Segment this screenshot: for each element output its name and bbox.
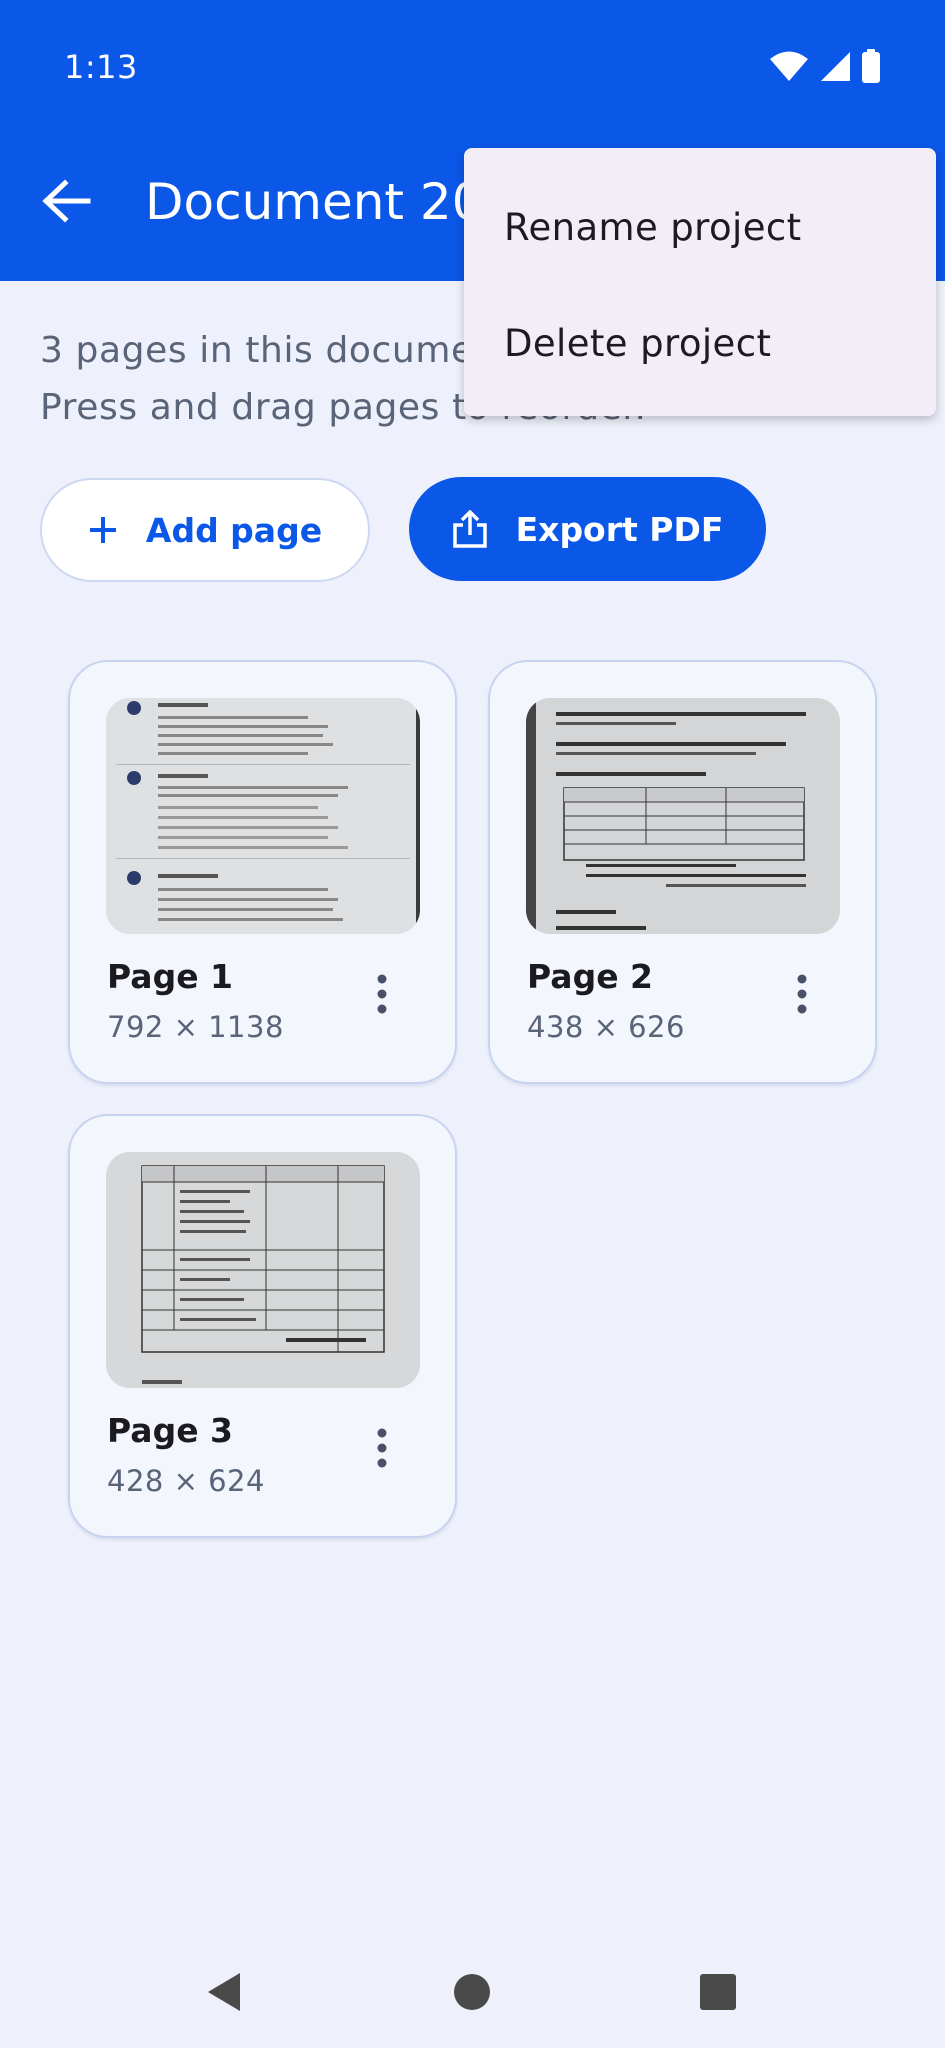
signal-icon bbox=[821, 52, 850, 81]
export-pdf-label: Export PDF bbox=[515, 509, 724, 549]
export-pdf-button[interactable]: Export PDF bbox=[409, 477, 766, 581]
delete-project-menu-item[interactable]: Delete project bbox=[464, 286, 936, 401]
page-more-button[interactable] bbox=[770, 962, 834, 1026]
status-bar: 1:13 bbox=[0, 0, 945, 135]
delete-project-label: Delete project bbox=[504, 322, 772, 365]
document-preview-image bbox=[106, 698, 420, 934]
page-dimensions: 792 × 1138 bbox=[107, 1010, 284, 1044]
system-nav-bar bbox=[0, 1932, 945, 2048]
circle-home-icon bbox=[454, 1974, 490, 2010]
page-thumbnail bbox=[106, 1152, 420, 1388]
page-card-1[interactable]: Page 1 792 × 1138 bbox=[68, 660, 457, 1084]
more-vert-icon bbox=[377, 974, 387, 1014]
more-vert-icon bbox=[797, 974, 807, 1014]
page-thumbnail bbox=[526, 698, 840, 934]
wifi-icon bbox=[770, 51, 808, 81]
nav-back-button[interactable] bbox=[184, 1952, 264, 2032]
page-dimensions: 438 × 626 bbox=[527, 1010, 685, 1044]
status-time: 1:13 bbox=[64, 48, 138, 86]
page-dimensions: 428 × 624 bbox=[107, 1464, 265, 1498]
add-page-label: Add page bbox=[145, 510, 323, 550]
share-upload-icon bbox=[452, 510, 487, 548]
triangle-back-icon bbox=[208, 1973, 240, 2011]
rename-project-menu-item[interactable]: Rename project bbox=[464, 170, 936, 285]
page-more-button[interactable] bbox=[350, 1416, 414, 1480]
page-thumbnail bbox=[106, 698, 420, 934]
plus-icon bbox=[89, 517, 116, 543]
overflow-menu: Rename project Delete project bbox=[464, 148, 936, 416]
document-preview-image bbox=[106, 1152, 420, 1388]
nav-recents-button[interactable] bbox=[678, 1952, 758, 2032]
square-recents-icon bbox=[700, 1974, 736, 2010]
page-title: Document 20 bbox=[145, 173, 484, 231]
rename-project-label: Rename project bbox=[504, 206, 802, 249]
back-button[interactable] bbox=[30, 165, 102, 237]
page-card-3[interactable]: Page 3 428 × 624 bbox=[68, 1114, 457, 1538]
more-vert-icon bbox=[377, 1428, 387, 1468]
page-title-label: Page 2 bbox=[527, 957, 654, 996]
nav-home-button[interactable] bbox=[432, 1952, 512, 2032]
add-page-button[interactable]: Add page bbox=[40, 478, 370, 582]
page-more-button[interactable] bbox=[350, 962, 414, 1026]
arrow-back-icon bbox=[42, 179, 91, 223]
page-title-label: Page 1 bbox=[107, 957, 234, 996]
status-icons bbox=[769, 48, 881, 84]
page-title-label: Page 3 bbox=[107, 1411, 234, 1450]
battery-icon bbox=[862, 49, 880, 83]
page-card-2[interactable]: Page 2 438 × 626 bbox=[488, 660, 877, 1084]
document-preview-image bbox=[526, 698, 840, 934]
